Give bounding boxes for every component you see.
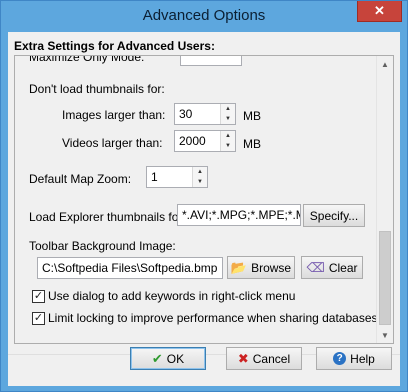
eraser-icon: ⌫ bbox=[306, 260, 325, 275]
scroll-up-icon[interactable]: ▲ bbox=[377, 56, 393, 72]
images-size-stepper[interactable]: 30 ▲ ▼ bbox=[174, 103, 236, 125]
toolbar-background-input[interactable]: C:\Softpedia Files\Softpedia.bmp bbox=[37, 257, 223, 279]
spin-up-icon[interactable]: ▲ bbox=[221, 104, 235, 114]
spin-down-icon[interactable]: ▼ bbox=[221, 114, 235, 124]
cancel-button[interactable]: ✖ Cancel bbox=[226, 347, 302, 370]
advanced-options-window: Advanced Options ✕ Extra Settings for Ad… bbox=[0, 0, 408, 392]
help-icon: ? bbox=[333, 352, 347, 365]
maximize-mode-field[interactable] bbox=[180, 56, 242, 66]
specify-button[interactable]: Specify... bbox=[303, 204, 365, 227]
settings-scroll-panel[interactable]: Maximize Only Mode: Don't load thumbnail… bbox=[14, 55, 394, 344]
map-zoom-value: 1 bbox=[151, 170, 158, 184]
explorer-thumbnails-label: Load Explorer thumbnails for: bbox=[29, 210, 186, 224]
help-button[interactable]: ? Help bbox=[316, 347, 392, 370]
scrollbar-thumb[interactable] bbox=[379, 231, 391, 325]
spin-up-icon[interactable]: ▲ bbox=[193, 167, 207, 177]
specify-button-label: Specify... bbox=[309, 208, 359, 223]
checkmark-icon: ✓ bbox=[33, 290, 44, 302]
explorer-thumbnails-input[interactable]: *.AVI;*.MPG;*.MPE;*.M bbox=[177, 204, 301, 226]
section-header: Extra Settings for Advanced Users: bbox=[14, 39, 215, 53]
window-title: Advanced Options bbox=[142, 7, 266, 24]
videos-unit-label: MB bbox=[243, 137, 261, 151]
checkmark-icon: ✔ bbox=[151, 351, 163, 366]
map-zoom-stepper-arrows[interactable]: ▲ ▼ bbox=[192, 167, 207, 187]
clear-button[interactable]: ⌫ Clear bbox=[301, 256, 363, 279]
help-button-label: Help bbox=[350, 351, 375, 366]
ok-button-label: OK bbox=[166, 351, 185, 366]
vertical-scrollbar[interactable]: ▲ ▼ bbox=[376, 56, 393, 343]
title-bar[interactable]: Advanced Options ✕ bbox=[1, 1, 407, 32]
videos-size-value: 2000 bbox=[179, 134, 206, 148]
cancel-button-label: Cancel bbox=[252, 351, 291, 366]
dont-load-thumbnails-label: Don't load thumbnails for: bbox=[29, 82, 165, 96]
use-dialog-keywords-checkbox[interactable]: ✓ bbox=[32, 290, 45, 303]
close-button[interactable]: ✕ bbox=[357, 1, 402, 22]
close-icon: ✕ bbox=[374, 3, 385, 18]
scroll-down-icon[interactable]: ▼ bbox=[377, 327, 393, 343]
videos-size-stepper[interactable]: 2000 ▲ ▼ bbox=[174, 130, 236, 152]
images-larger-label: Images larger than: bbox=[62, 108, 166, 122]
clear-button-label: Clear bbox=[328, 260, 358, 275]
ok-button[interactable]: ✔ OK bbox=[130, 347, 206, 370]
browse-button-label: Browse bbox=[251, 260, 292, 275]
folder-icon: 📂 bbox=[230, 260, 248, 275]
checkmark-icon: ✓ bbox=[33, 312, 44, 324]
maximize-mode-label: Maximize Only Mode: bbox=[29, 55, 145, 64]
dialog-client-area: Extra Settings for Advanced Users: Maxim… bbox=[8, 32, 400, 386]
videos-larger-label: Videos larger than: bbox=[62, 136, 163, 150]
spin-up-icon[interactable]: ▲ bbox=[221, 131, 235, 141]
spin-down-icon[interactable]: ▼ bbox=[221, 141, 235, 151]
images-unit-label: MB bbox=[243, 109, 261, 123]
limit-locking-label[interactable]: Limit locking to improve performance whe… bbox=[48, 311, 378, 325]
use-dialog-keywords-label[interactable]: Use dialog to add keywords in right-clic… bbox=[48, 289, 295, 303]
map-zoom-label: Default Map Zoom: bbox=[29, 172, 132, 186]
videos-stepper-arrows[interactable]: ▲ ▼ bbox=[220, 131, 235, 151]
images-stepper-arrows[interactable]: ▲ ▼ bbox=[220, 104, 235, 124]
cancel-icon: ✖ bbox=[237, 351, 249, 366]
spin-down-icon[interactable]: ▼ bbox=[193, 177, 207, 187]
map-zoom-stepper[interactable]: 1 ▲ ▼ bbox=[146, 166, 208, 188]
images-size-value: 30 bbox=[179, 107, 193, 121]
limit-locking-checkbox[interactable]: ✓ bbox=[32, 312, 45, 325]
browse-button[interactable]: 📂 Browse bbox=[227, 256, 295, 279]
toolbar-background-label: Toolbar Background Image: bbox=[29, 239, 176, 253]
